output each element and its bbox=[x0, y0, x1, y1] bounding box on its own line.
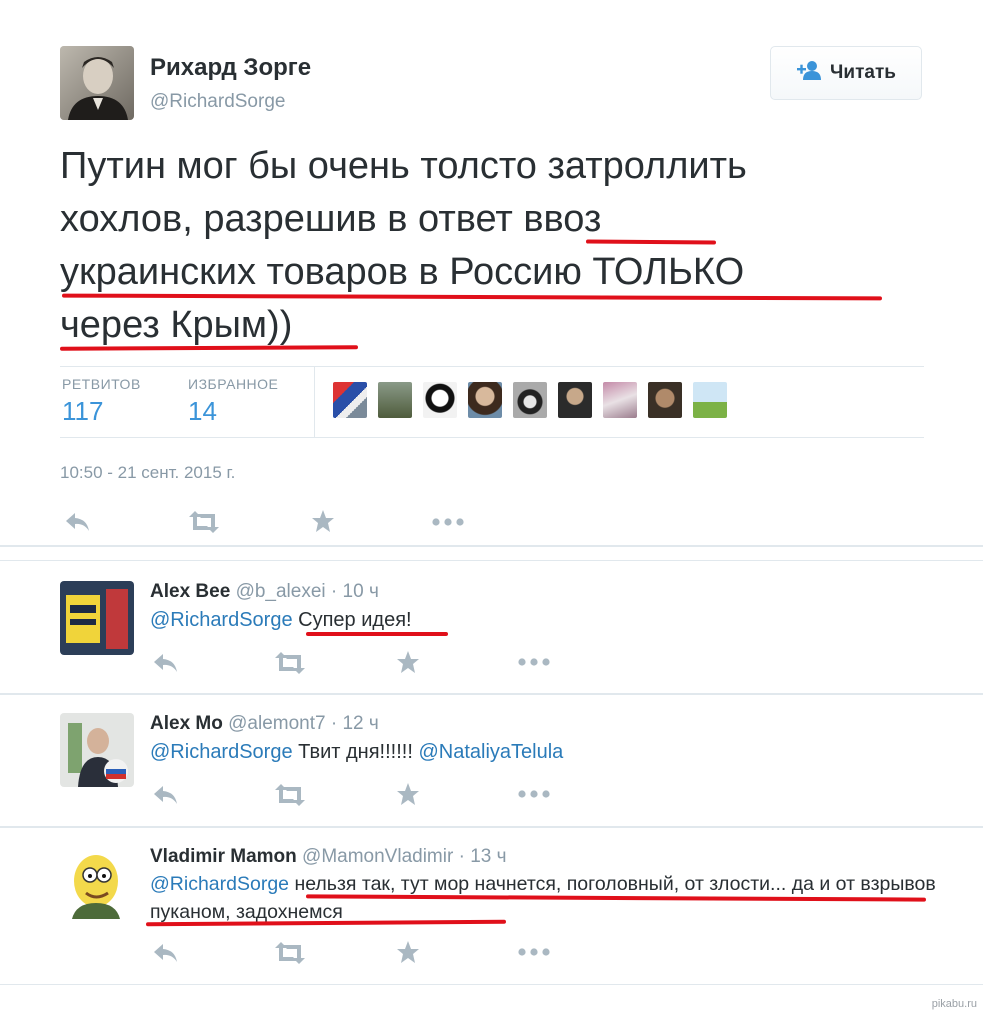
divider bbox=[0, 826, 983, 828]
favorites-count[interactable]: 14 bbox=[188, 396, 217, 427]
favorited-by-avatars bbox=[333, 382, 727, 418]
favorite-icon[interactable] bbox=[393, 938, 423, 966]
divider bbox=[314, 366, 315, 438]
author-handle[interactable]: @RichardSorge bbox=[150, 91, 285, 113]
retweets-label: РЕТВИТОВ bbox=[62, 376, 141, 392]
author-name[interactable]: Рихард Зорге bbox=[150, 54, 311, 82]
reply-time[interactable]: 10 ч bbox=[343, 581, 379, 602]
reply-body: Твит дня!!!!!! bbox=[292, 741, 419, 763]
divider bbox=[60, 437, 924, 438]
reply-text: @RichardSorge Супер идея! bbox=[150, 606, 940, 634]
favorites-label: ИЗБРАННОЕ bbox=[188, 376, 279, 392]
reply-header: Alex Bee @b_alexei · 10 ч bbox=[150, 581, 379, 603]
reply-avatar[interactable] bbox=[60, 581, 134, 655]
user-avatar[interactable] bbox=[693, 382, 727, 418]
mention-link[interactable]: @RichardSorge bbox=[150, 741, 293, 763]
more-icon[interactable] bbox=[516, 784, 552, 804]
reply-body: Супер идея! bbox=[292, 609, 412, 631]
reply-icon[interactable] bbox=[150, 940, 182, 966]
mention-link[interactable]: @RichardSorge bbox=[150, 873, 289, 895]
more-icon[interactable] bbox=[516, 652, 552, 672]
divider bbox=[0, 560, 983, 561]
reply-avatar[interactable] bbox=[60, 713, 134, 787]
user-avatar[interactable] bbox=[558, 382, 592, 418]
user-avatar[interactable] bbox=[513, 382, 547, 418]
separator-dot: · bbox=[330, 713, 338, 734]
mention-link[interactable]: @RichardSorge bbox=[150, 609, 293, 631]
mention-link[interactable]: @NataliyaTelula bbox=[418, 741, 563, 763]
reply-text: @RichardSorge Твит дня!!!!!! @NataliyaTe… bbox=[150, 738, 940, 766]
reply-time[interactable]: 13 ч bbox=[470, 846, 506, 867]
follow-button-label: Читать bbox=[830, 62, 896, 83]
user-avatar[interactable] bbox=[648, 382, 682, 418]
tweet-timestamp[interactable]: 10:50 - 21 сент. 2015 г. bbox=[60, 463, 235, 483]
user-avatar[interactable] bbox=[468, 382, 502, 418]
favorite-icon[interactable] bbox=[308, 506, 338, 536]
more-icon[interactable] bbox=[516, 942, 552, 962]
tweet-text-line: хохлов, разрешив в ответ ввоз bbox=[60, 198, 602, 240]
separator-dot: · bbox=[458, 846, 465, 867]
follow-button[interactable]: Читать bbox=[770, 46, 922, 100]
user-avatar[interactable] bbox=[603, 382, 637, 418]
favorite-icon[interactable] bbox=[393, 648, 423, 676]
reply-avatar[interactable] bbox=[60, 845, 134, 919]
divider bbox=[60, 366, 924, 367]
user-avatar[interactable] bbox=[423, 382, 457, 418]
reply-time[interactable]: 12 ч bbox=[342, 713, 378, 734]
annotation-underline bbox=[306, 632, 448, 636]
follow-person-icon bbox=[796, 60, 822, 86]
retweet-icon[interactable] bbox=[186, 508, 222, 536]
divider bbox=[0, 693, 983, 695]
retweet-icon[interactable] bbox=[272, 782, 308, 808]
reply-author-handle[interactable]: @MamonVladimir bbox=[302, 846, 453, 867]
retweets-count[interactable]: 117 bbox=[62, 396, 103, 427]
reply-author-name[interactable]: Alex Bee bbox=[150, 581, 230, 602]
favorite-icon[interactable] bbox=[393, 780, 423, 808]
tweet-text-line: через Крым)) bbox=[60, 304, 293, 346]
reply-icon[interactable] bbox=[62, 508, 94, 536]
tweet-text-line: украинских товаров в Россию ТОЛЬКО bbox=[60, 251, 745, 293]
user-avatar[interactable] bbox=[333, 382, 367, 418]
reply-icon[interactable] bbox=[150, 782, 182, 808]
retweet-icon[interactable] bbox=[272, 650, 308, 676]
reply-author-name[interactable]: Vladimir Mamon bbox=[150, 846, 297, 867]
reply-author-handle[interactable]: @b_alexei bbox=[236, 581, 326, 602]
divider bbox=[0, 545, 983, 547]
reply-header: Alex Mo @alemont7 · 12 ч bbox=[150, 713, 379, 735]
author-avatar[interactable] bbox=[60, 46, 134, 120]
user-avatar[interactable] bbox=[378, 382, 412, 418]
watermark: pikabu.ru bbox=[931, 998, 977, 1010]
reply-author-handle[interactable]: @alemont7 bbox=[228, 713, 325, 734]
more-icon[interactable] bbox=[430, 510, 466, 534]
tweet-text: Путин мог бы очень толсто затроллить хох… bbox=[60, 140, 940, 352]
separator-dot: · bbox=[330, 581, 338, 602]
divider bbox=[0, 984, 983, 985]
tweet-text-line: Путин мог бы очень толсто затроллить bbox=[60, 145, 747, 187]
reply-author-name[interactable]: Alex Mo bbox=[150, 713, 223, 734]
reply-header: Vladimir Mamon @MamonVladimir · 13 ч bbox=[150, 846, 507, 868]
reply-icon[interactable] bbox=[150, 650, 182, 676]
retweet-icon[interactable] bbox=[272, 940, 308, 966]
